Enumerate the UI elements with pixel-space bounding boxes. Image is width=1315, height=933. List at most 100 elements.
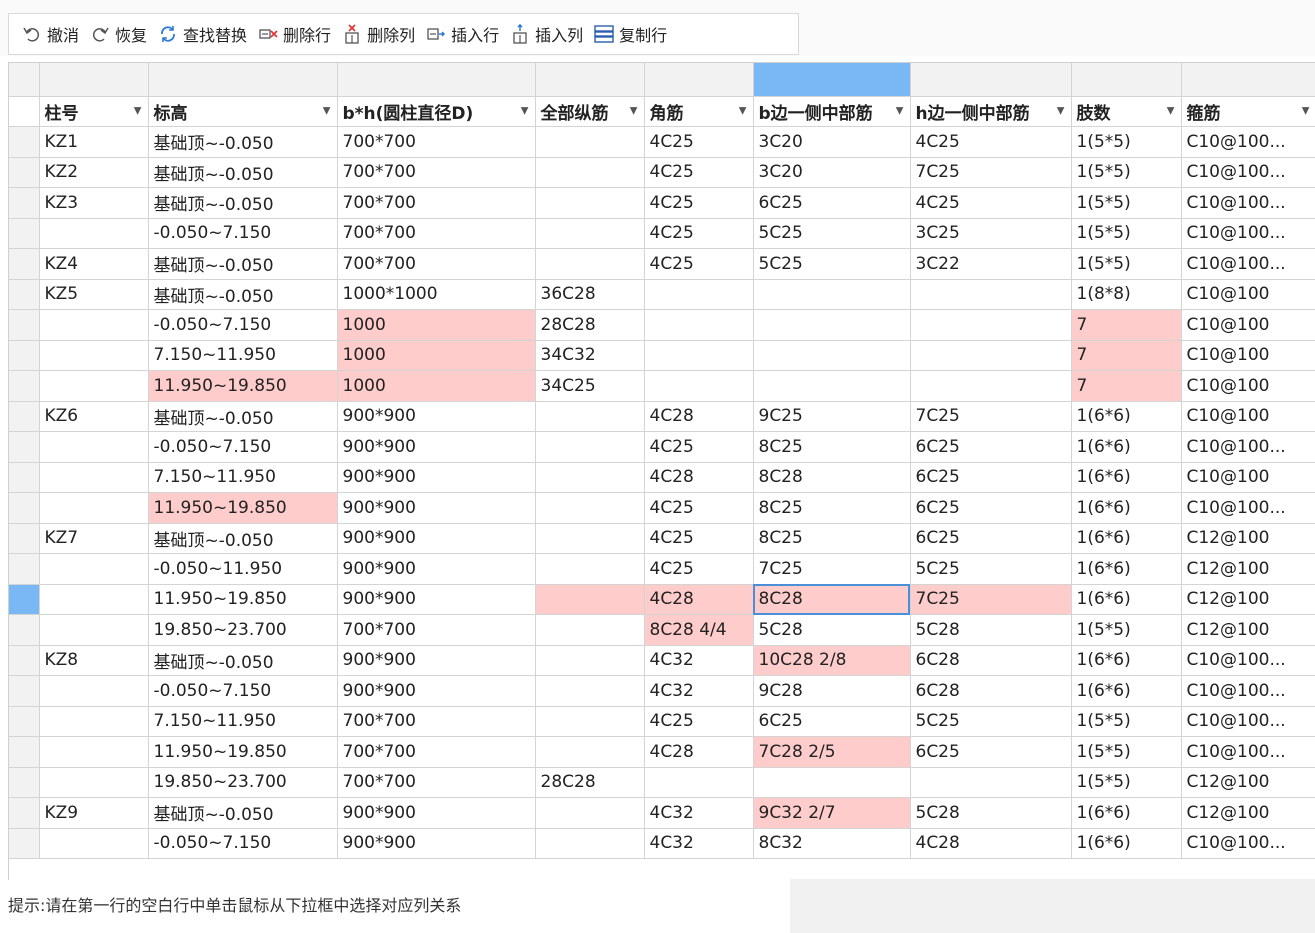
table-cell[interactable]: [535, 675, 645, 707]
table-cell[interactable]: 6C25: [910, 523, 1072, 554]
table-row[interactable]: KZ1 基础顶~-0.050 700*700 4C25 3C20 4C25 1(5*5) C1…: [9, 126, 1315, 158]
table-cell[interactable]: 1(5*5): [1071, 187, 1182, 219]
table-cell[interactable]: C12@100: [1181, 797, 1315, 829]
row-header[interactable]: [9, 431, 40, 463]
table-cell[interactable]: 34C32: [535, 340, 645, 371]
table-cell[interactable]: 1(6*6): [1071, 401, 1182, 432]
table-cell[interactable]: 11.950~19.850: [148, 736, 338, 768]
table-cell[interactable]: 1(5*5): [1071, 248, 1182, 280]
table-cell[interactable]: 1(6*6): [1071, 553, 1182, 585]
table-cell[interactable]: [910, 340, 1072, 371]
table-cell[interactable]: 1(6*6): [1071, 523, 1182, 554]
table-cell[interactable]: 7: [1071, 340, 1182, 371]
table-cell[interactable]: 900*900: [337, 492, 536, 524]
table-cell[interactable]: [39, 614, 149, 646]
table-cell[interactable]: 700*700: [337, 157, 536, 188]
table-cell[interactable]: 36C28: [535, 279, 645, 310]
table-cell[interactable]: [39, 553, 149, 585]
column-header-dropdown[interactable]: b边一侧中部筋 ▼: [753, 96, 911, 127]
table-cell[interactable]: [535, 645, 645, 676]
table-cell[interactable]: C12@100: [1181, 584, 1315, 615]
table-cell[interactable]: [535, 523, 645, 554]
table-cell[interactable]: C10@100...: [1181, 706, 1315, 737]
table-cell[interactable]: C10@100: [1181, 462, 1315, 493]
table-cell[interactable]: 6C25: [753, 706, 911, 737]
table-row[interactable]: 11.950~19.850 1000 34C25 7 C10@100: [9, 370, 1315, 402]
table-cell[interactable]: -0.050~7.150: [148, 309, 338, 341]
row-header[interactable]: [9, 736, 40, 768]
table-cell[interactable]: C10@100...: [1181, 218, 1315, 249]
table-cell[interactable]: [39, 309, 149, 341]
table-cell[interactable]: [39, 340, 149, 371]
table-row[interactable]: -0.050~7.150 900*900 4C32 8C32 4C28 1(6*6) C10…: [9, 828, 1315, 859]
table-cell[interactable]: 1(6*6): [1071, 462, 1182, 493]
table-cell[interactable]: [535, 797, 645, 829]
row-header[interactable]: [9, 706, 40, 737]
table-cell[interactable]: 5C25: [910, 706, 1072, 737]
insert-row-button[interactable]: 插入行: [421, 18, 505, 50]
table-cell[interactable]: [535, 218, 645, 249]
table-row[interactable]: 7.150~11.950 700*700 4C25 6C25 5C25 1(5*5) C10…: [9, 706, 1315, 737]
table-cell[interactable]: 900*900: [337, 401, 536, 432]
table-cell[interactable]: 6C25: [753, 187, 911, 219]
table-cell[interactable]: 1000: [337, 309, 536, 341]
table-cell[interactable]: 11.950~19.850: [148, 370, 338, 402]
dropdown-arrow-icon[interactable]: ▼: [739, 106, 747, 117]
table-row[interactable]: KZ3 基础顶~-0.050 700*700 4C25 6C25 4C25 1(5*5) C1…: [9, 187, 1315, 219]
table-cell[interactable]: 900*900: [337, 523, 536, 554]
table-cell[interactable]: 7C25: [753, 553, 911, 585]
table-row[interactable]: -0.050~7.150 900*900 4C25 8C25 6C25 1(6*6) C10…: [9, 431, 1315, 463]
table-row[interactable]: -0.050~7.150 1000 28C28 7 C10@100: [9, 309, 1315, 341]
table-cell[interactable]: [39, 462, 149, 493]
delete-row-button[interactable]: 删除行: [253, 18, 337, 50]
column-header-dropdown[interactable]: 箍筋 ▼: [1181, 96, 1315, 127]
table-cell[interactable]: 8C25: [753, 431, 911, 463]
table-cell[interactable]: [910, 279, 1072, 310]
row-header[interactable]: [9, 675, 40, 707]
table-cell[interactable]: C10@100...: [1181, 645, 1315, 676]
table-cell[interactable]: KZ8: [39, 645, 149, 676]
table-cell[interactable]: 1(8*8): [1071, 279, 1182, 310]
table-cell[interactable]: 基础顶~-0.050: [148, 248, 338, 280]
table-cell[interactable]: [535, 431, 645, 463]
column-header-dropdown[interactable]: 全部纵筋 ▼: [535, 96, 645, 127]
row-header[interactable]: [9, 492, 40, 524]
table-cell[interactable]: 700*700: [337, 248, 536, 280]
table-row[interactable]: 7.150~11.950 1000 34C32 7 C10@100: [9, 340, 1315, 371]
table-cell[interactable]: 9C25: [753, 401, 911, 432]
table-cell[interactable]: 4C25: [644, 553, 754, 585]
table-cell[interactable]: -0.050~7.150: [148, 431, 338, 463]
row-header[interactable]: [9, 126, 40, 158]
table-cell[interactable]: 8C28: [753, 584, 911, 615]
table-cell[interactable]: 基础顶~-0.050: [148, 401, 338, 432]
table-row[interactable]: 11.950~19.850 900*900 4C25 8C25 6C25 1(6*6) C1…: [9, 492, 1315, 524]
table-row[interactable]: -0.050~7.150 700*700 4C25 5C25 3C25 1(5*5) C10…: [9, 218, 1315, 249]
table-cell[interactable]: [535, 248, 645, 280]
table-cell[interactable]: C12@100: [1181, 553, 1315, 585]
row-header[interactable]: [9, 584, 40, 615]
table-row[interactable]: KZ8 基础顶~-0.050 900*900 4C32 10C28 2/8 6C28 1(6…: [9, 645, 1315, 676]
table-cell[interactable]: 1(6*6): [1071, 431, 1182, 463]
table-cell[interactable]: 3C20: [753, 157, 911, 188]
table-cell[interactable]: 5C28: [753, 614, 911, 646]
table-cell[interactable]: [535, 492, 645, 524]
table-cell[interactable]: 4C25: [644, 218, 754, 249]
mapping-cell[interactable]: [535, 63, 645, 97]
table-cell[interactable]: C10@100: [1181, 401, 1315, 432]
table-cell[interactable]: C10@100...: [1181, 126, 1315, 158]
table-cell[interactable]: 基础顶~-0.050: [148, 126, 338, 158]
table-row[interactable]: KZ4 基础顶~-0.050 700*700 4C25 5C25 3C22 1(5*5) C1…: [9, 248, 1315, 280]
mapping-cell[interactable]: [1071, 63, 1182, 97]
table-cell[interactable]: 4C32: [644, 675, 754, 707]
table-cell[interactable]: 8C25: [753, 492, 911, 524]
redo-button[interactable]: 恢复: [85, 18, 153, 50]
table-row[interactable]: -0.050~11.950 900*900 4C25 7C25 5C25 1(6*6) C1…: [9, 553, 1315, 585]
mapping-cell[interactable]: [753, 63, 911, 97]
table-cell[interactable]: KZ4: [39, 248, 149, 280]
table-cell[interactable]: [535, 401, 645, 432]
table-cell[interactable]: 11.950~19.850: [148, 584, 338, 615]
table-cell[interactable]: [753, 340, 911, 371]
table-cell[interactable]: [535, 584, 645, 615]
table-cell[interactable]: 基础顶~-0.050: [148, 523, 338, 554]
table-cell[interactable]: 基础顶~-0.050: [148, 797, 338, 829]
